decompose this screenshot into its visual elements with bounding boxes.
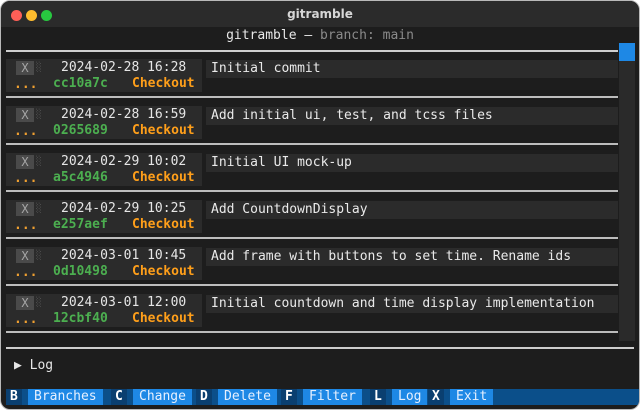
commit-info: X ░ 2024-03-01 10:45... 0d10498 Checkout: [6, 247, 202, 280]
title-bar: gitramble: [1, 1, 639, 27]
row-separator: [6, 331, 618, 333]
commit-date: 2024-02-29 10:25: [61, 201, 187, 216]
key-label: Delete: [218, 389, 277, 405]
commit-message: Initial commit: [211, 61, 321, 76]
delete-commit-button[interactable]: X: [16, 249, 34, 263]
commit-date: 2024-02-28 16:59: [61, 107, 187, 122]
delete-commit-button[interactable]: X: [16, 108, 34, 122]
commit-message-box: Add initial ui, test, and tcss files: [206, 107, 618, 125]
row-separator: [6, 237, 618, 239]
commit-row[interactable]: X ░ 2024-03-01 10:45... 0d10498 Checkout Add …: [6, 240, 618, 286]
window-title: gitramble: [287, 7, 353, 21]
scrollbar-thumb[interactable]: [619, 43, 635, 61]
commit-date: 2024-02-28 16:28: [61, 60, 187, 75]
checkout-button[interactable]: Checkout: [132, 311, 195, 326]
commit-date: 2024-03-01 12:00: [61, 295, 187, 310]
app-name: gitramble —: [226, 28, 320, 43]
commit-message: Initial countdown and time display imple…: [211, 296, 595, 311]
commit-info: X ░ 2024-02-29 10:02... a5c4946 Checkout: [6, 153, 202, 186]
more-ellipsis[interactable]: ...: [14, 77, 37, 92]
commit-hash: 12cbf40: [53, 311, 108, 326]
commit-row[interactable]: X ░ 2024-02-29 10:02... a5c4946 Checkout Init…: [6, 146, 618, 192]
more-ellipsis[interactable]: ...: [14, 124, 37, 139]
commit-row[interactable]: X ░ 2024-03-01 12:00... 12cbf40 Checkout Init…: [6, 287, 618, 333]
commit-message-box: Add frame with buttons to set time. Rena…: [206, 248, 618, 266]
more-ellipsis[interactable]: ...: [14, 218, 37, 233]
commit-row[interactable]: X ░ 2024-02-28 16:28... cc10a7c Checkout Init…: [6, 52, 618, 98]
scrollbar[interactable]: [619, 43, 635, 341]
key-letter: C: [111, 389, 127, 405]
branch-label: branch: main: [320, 28, 414, 43]
key-letter: F: [281, 389, 297, 405]
commit-info: X ░ 2024-02-28 16:28... cc10a7c Checkout: [6, 59, 202, 92]
delete-commit-button[interactable]: X: [16, 61, 34, 75]
checkout-button[interactable]: Checkout: [132, 217, 195, 232]
checkout-button[interactable]: Checkout: [132, 264, 195, 279]
hatch-icon: ░: [36, 63, 42, 73]
commit-hash: a5c4946: [53, 170, 108, 185]
key-label: Exit: [450, 389, 494, 405]
hatch-icon: ░: [36, 251, 42, 261]
commit-row[interactable]: X ░ 2024-02-29 10:25... e257aef Checkout Add …: [6, 193, 618, 239]
hatch-icon: ░: [36, 110, 42, 120]
delete-commit-button[interactable]: X: [16, 202, 34, 216]
hatch-icon: ░: [36, 298, 42, 308]
commit-hash: e257aef: [53, 217, 108, 232]
row-separator: [6, 190, 618, 192]
hatch-icon: ░: [36, 157, 42, 167]
commit-message: Add frame with buttons to set time. Rena…: [211, 249, 572, 264]
key-letter: X: [428, 389, 444, 405]
key-label: Filter: [303, 389, 362, 405]
row-separator: [6, 143, 618, 145]
key-letter: D: [196, 389, 212, 405]
app-header: gitramble — branch: main: [1, 28, 639, 46]
commit-info: X ░ 2024-02-28 16:59... 0265689 Checkout: [6, 106, 202, 139]
hatch-icon: ░: [36, 204, 42, 214]
checkout-button[interactable]: Checkout: [132, 170, 195, 185]
commit-message-box: Initial UI mock-up: [206, 154, 618, 172]
row-separator: [6, 96, 618, 98]
key-letter: B: [6, 389, 22, 405]
key-label: Branches: [28, 389, 103, 405]
checkout-button[interactable]: Checkout: [132, 123, 195, 138]
more-ellipsis[interactable]: ...: [14, 171, 37, 186]
commit-message: Initial UI mock-up: [211, 155, 352, 170]
commit-row[interactable]: X ░ 2024-02-28 16:59... 0265689 Checkout Add …: [6, 99, 618, 145]
commit-hash: 0d10498: [53, 264, 108, 279]
delete-commit-button[interactable]: X: [16, 296, 34, 310]
more-ellipsis[interactable]: ...: [14, 265, 37, 280]
commit-info: X ░ 2024-02-29 10:25... e257aef Checkout: [6, 200, 202, 233]
key-label: Change: [133, 389, 192, 405]
commit-date: 2024-03-01 10:45: [61, 248, 187, 263]
commit-list: X ░ 2024-02-28 16:28... cc10a7c Checkout Init…: [6, 50, 618, 340]
commit-message: Add CountdownDisplay: [211, 202, 368, 217]
row-separator: [6, 284, 618, 286]
log-divider: [6, 347, 634, 349]
commit-hash: 0265689: [53, 123, 108, 138]
terminal-window: gitramble gitramble — branch: main X ░ 202…: [0, 0, 640, 410]
key-letter: L: [370, 389, 386, 405]
commit-message: Add initial ui, test, and tcss files: [211, 108, 493, 123]
commit-message-box: Initial countdown and time display imple…: [206, 295, 618, 313]
commit-message-box: Add CountdownDisplay: [206, 201, 618, 219]
key-label: Log: [392, 389, 428, 405]
commit-date: 2024-02-29 10:02: [61, 154, 187, 169]
commit-message-box: Initial commit: [206, 60, 618, 78]
footer-keybar: B Branches C Change D Delete F Filter L Log X Exit: [6, 389, 639, 405]
more-ellipsis[interactable]: ...: [14, 312, 37, 327]
checkout-button[interactable]: Checkout: [132, 76, 195, 91]
commit-info: X ░ 2024-03-01 12:00... 12cbf40 Checkout: [6, 294, 202, 327]
log-toggle[interactable]: ▶ Log: [14, 358, 53, 373]
commit-hash: cc10a7c: [53, 76, 108, 91]
delete-commit-button[interactable]: X: [16, 155, 34, 169]
